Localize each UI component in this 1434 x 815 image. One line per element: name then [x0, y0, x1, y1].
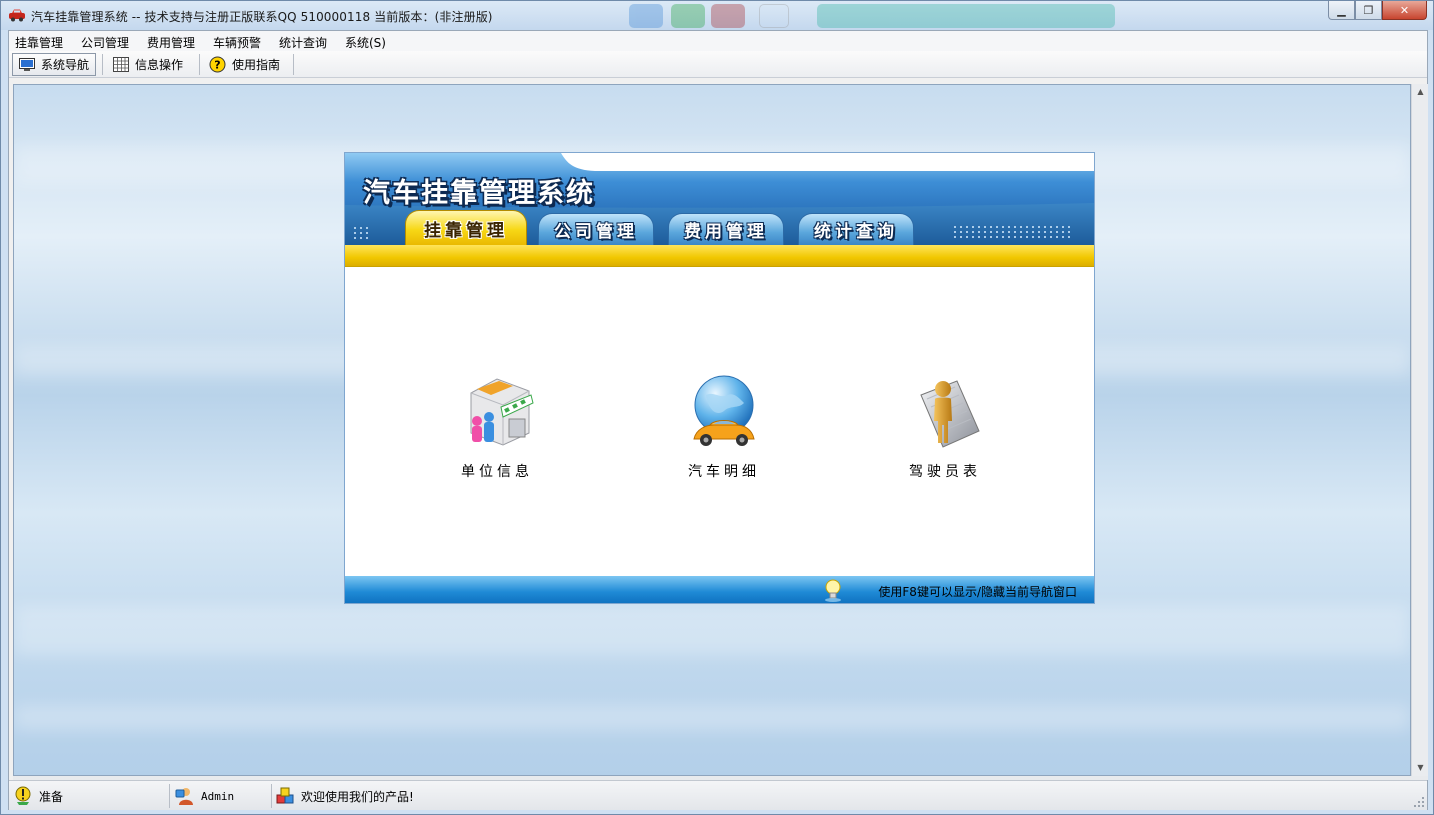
menu-guakao[interactable]: 挂靠管理: [15, 34, 63, 51]
user-name: Admin: [201, 789, 235, 803]
tab-fees[interactable]: 费用管理: [668, 213, 784, 245]
scroll-up-icon[interactable]: ▲: [1412, 84, 1429, 100]
status-divider: [169, 784, 170, 808]
lightbulb-icon: [825, 579, 841, 602]
help-icon: ?: [209, 56, 226, 73]
menu-statistics[interactable]: 统计查询: [279, 34, 327, 51]
background-overlay-buttons: [571, 4, 1131, 28]
nav-entry-label: 驾驶员表: [909, 464, 981, 480]
toolbar-guide-button[interactable]: ? 使用指南: [203, 53, 286, 76]
dots-decoration: [354, 227, 368, 239]
nav-entry-unit-info[interactable]: 单位信息: [437, 373, 557, 483]
toolbar-label: 系统导航: [41, 58, 90, 72]
vertical-scrollbar[interactable]: ▲ ▼: [1411, 84, 1428, 776]
close-button[interactable]: ✕: [1382, 1, 1427, 20]
footer-hint: 使用F8键可以显示/隐藏当前导航窗口: [878, 585, 1077, 599]
car-app-icon: [9, 9, 25, 22]
client-area: 挂靠管理 公司管理 费用管理 车辆预警 统计查询 系统(S) 系统导航 信息操作…: [8, 30, 1428, 810]
user-icon: [175, 788, 193, 805]
menu-bar: 挂靠管理 公司管理 费用管理 车辆预警 统计查询 系统(S): [9, 31, 1427, 51]
menu-system[interactable]: 系统(S): [345, 34, 386, 51]
close-icon: ✕: [1399, 3, 1410, 17]
ready-status-icon: [15, 786, 31, 805]
toolbar-separator: [293, 54, 294, 75]
shop-building-icon: [470, 378, 534, 446]
status-pane-message: 欢迎使用我们的产品!: [275, 785, 414, 807]
toolbar-label: 使用指南: [232, 58, 281, 72]
globe-car-icon: [693, 375, 755, 446]
window-controls: ▁ ❐ ✕: [1328, 1, 1427, 21]
toolbar-separator: [199, 54, 200, 75]
restore-icon: ❐: [1363, 3, 1374, 17]
menu-company[interactable]: 公司管理: [81, 34, 129, 51]
product-cubes-icon: [276, 787, 294, 804]
toolbar: 系统导航 信息操作 ? 使用指南: [9, 51, 1427, 78]
menu-vehicle-alert[interactable]: 车辆预警: [213, 34, 261, 51]
toolbar-system-nav-button[interactable]: 系统导航: [12, 53, 97, 76]
tab-statistics[interactable]: 统计查询: [798, 213, 914, 245]
app-window: 汽车挂靠管理系统 -- 技术支持与注册正版联系QQ 510000118 当前版本…: [0, 0, 1434, 815]
nav-entry-driver-table[interactable]: 驾驶员表: [885, 373, 1005, 483]
title-bar[interactable]: 汽车挂靠管理系统 -- 技术支持与注册正版联系QQ 510000118 当前版本…: [1, 1, 1433, 30]
tab-guakao[interactable]: 挂靠管理: [405, 210, 527, 245]
driver-person-icon: [920, 380, 980, 448]
scroll-down-icon[interactable]: ▼: [1412, 760, 1429, 776]
toolbar-label: 信息操作: [135, 58, 184, 72]
minimize-button[interactable]: ▁: [1328, 1, 1355, 20]
toolbar-separator: [102, 54, 103, 75]
grid-icon: [113, 57, 129, 72]
tab-underline-bar: [345, 245, 1094, 267]
nav-entry-car-details[interactable]: 汽车明细: [664, 373, 784, 483]
nav-entry-label: 汽车明细: [688, 464, 760, 480]
nav-entry-label: 单位信息: [461, 464, 533, 480]
status-bar: 准备 Admin 欢迎使用我们的产品!: [9, 780, 1427, 810]
menu-fees[interactable]: 费用管理: [147, 34, 195, 51]
svg-text:?: ?: [214, 59, 220, 72]
monitor-icon: [19, 57, 35, 71]
nav-footer: 使用F8键可以显示/隐藏当前导航窗口: [345, 576, 1094, 603]
nav-content: 单位信息 汽车明细 驾驶员表: [345, 268, 1094, 576]
dots-decoration: [953, 225, 1073, 241]
navigation-panel: 汽车挂靠管理系统 挂靠管理 公司管理 费用管理 统计查询 单位信息 汽车明细 驾…: [344, 152, 1095, 604]
status-pane-ready: 准备: [13, 785, 63, 807]
status-divider: [271, 784, 272, 808]
window-title: 汽车挂靠管理系统 -- 技术支持与注册正版联系QQ 510000118 当前版本…: [31, 10, 493, 24]
status-pane-user: Admin: [175, 785, 234, 807]
status-text: 准备: [39, 789, 64, 804]
resize-grip-icon[interactable]: [1413, 796, 1425, 808]
maximize-button[interactable]: ❐: [1355, 1, 1382, 20]
minimize-icon: ▁: [1337, 3, 1346, 17]
toolbar-info-ops-button[interactable]: 信息操作: [107, 53, 189, 76]
status-message: 欢迎使用我们的产品!: [301, 789, 414, 804]
banner-title: 汽车挂靠管理系统: [363, 178, 595, 209]
tab-company[interactable]: 公司管理: [538, 213, 654, 245]
